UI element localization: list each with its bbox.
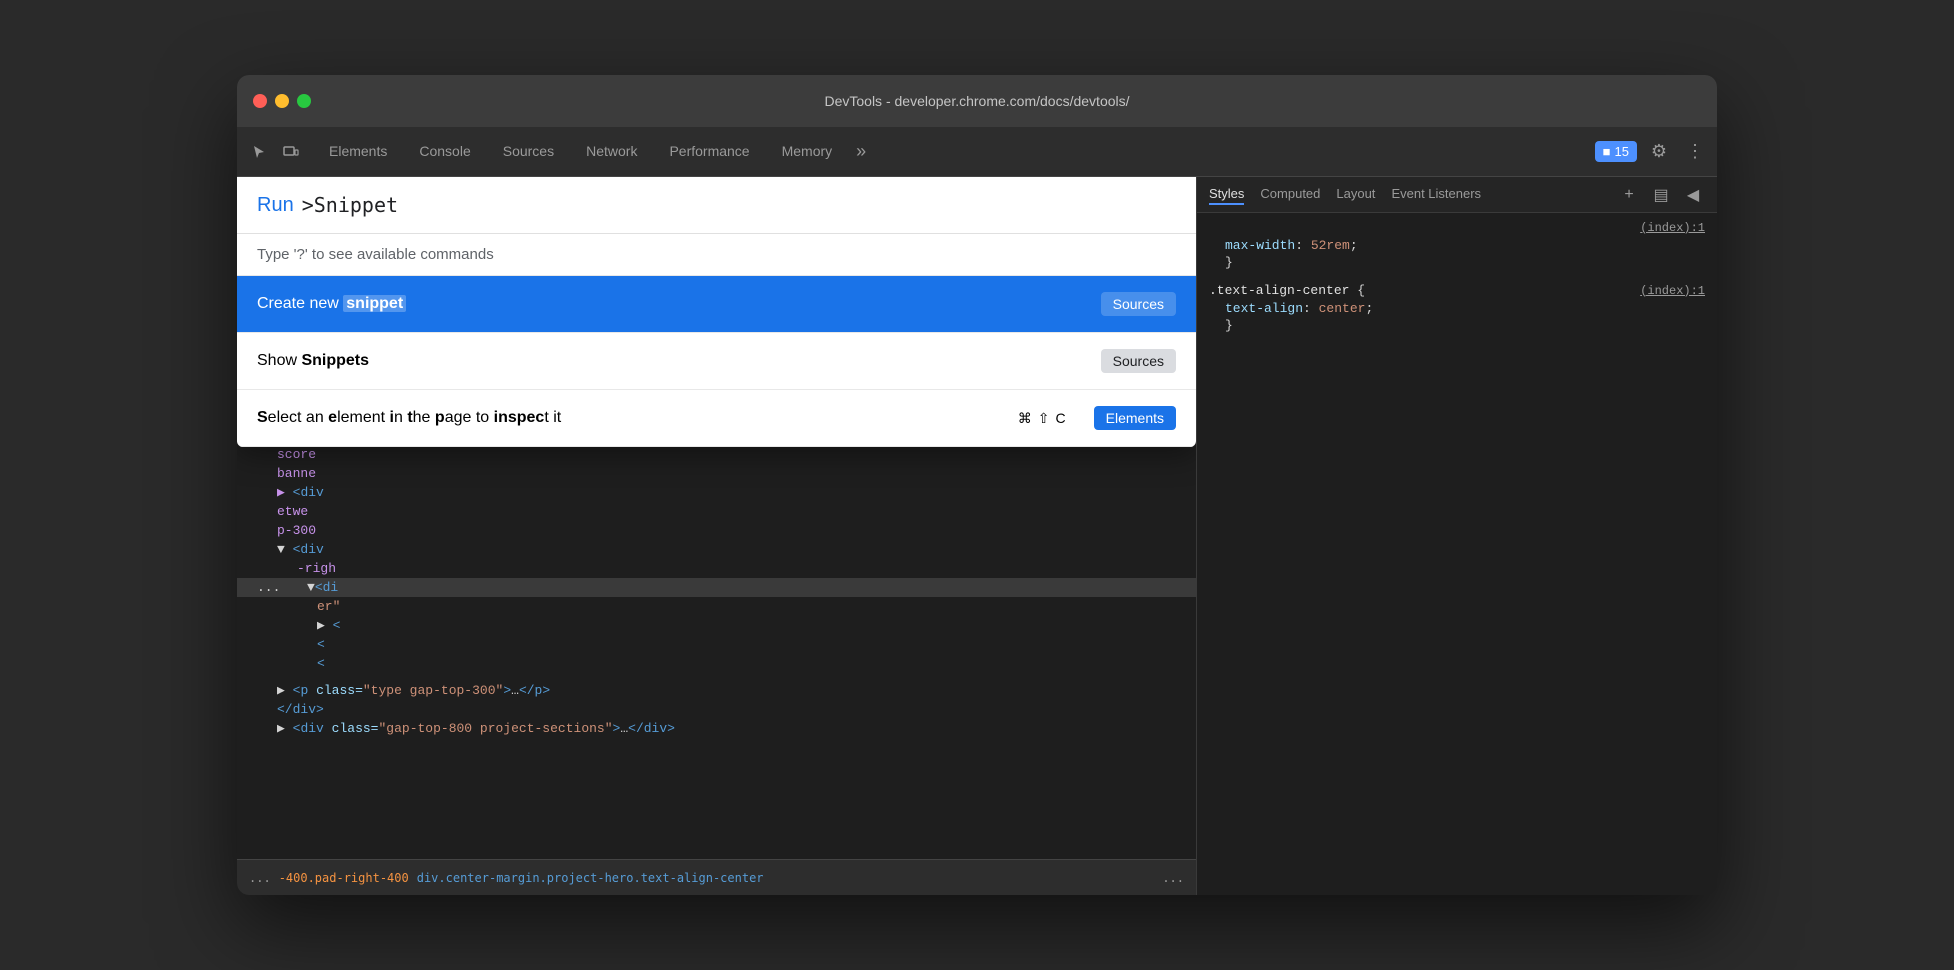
command-item-text-show: Show Snippets [257, 352, 369, 370]
notification-icon: ■ [1603, 144, 1611, 159]
command-search-input[interactable] [302, 193, 1176, 217]
statusbar: ... -400.pad-right-400 div.center-margin… [237, 859, 1196, 895]
tab-list: Elements Console Sources Network Perform… [313, 127, 1595, 176]
css-rule-1: (index):1 max-width: 52rem; } [1209, 221, 1705, 271]
tree-line: p-300 [237, 521, 1196, 540]
right-panel-header: Styles Computed Layout Event Listeners +… [1197, 177, 1717, 213]
right-tab-layout[interactable]: Layout [1336, 184, 1375, 205]
command-item-text-select: Select an element in the page to inspect… [257, 409, 561, 427]
statusbar-item1[interactable]: -400.pad-right-400 [279, 871, 409, 885]
tree-line: etwe [237, 502, 1196, 521]
tab-elements[interactable]: Elements [313, 127, 403, 176]
device-toggle-icon[interactable] [277, 138, 305, 166]
tree-line: ▶ < [237, 616, 1196, 635]
tree-line: er" [237, 597, 1196, 616]
devtools-panel: Elements Console Sources Network Perform… [237, 127, 1717, 895]
css-content: (index):1 max-width: 52rem; } .text-alig… [1197, 213, 1717, 895]
right-panel: Styles Computed Layout Event Listeners +… [1197, 177, 1717, 895]
right-panel-actions: + ▤ ◀ [1617, 183, 1705, 207]
left-panel: Run Type '?' to see available commands C… [237, 177, 1197, 895]
notification-count: 15 [1615, 144, 1629, 159]
notification-badge[interactable]: ■ 15 [1595, 141, 1637, 162]
command-badge-sources-2[interactable]: Sources [1101, 349, 1176, 373]
titlebar: DevTools - developer.chrome.com/docs/dev… [237, 75, 1717, 127]
tab-network[interactable]: Network [570, 127, 653, 176]
html-tree: score banne ▶ <div etwe p-300 ▼ <div -ri… [237, 437, 1196, 859]
devtools-window: DevTools - developer.chrome.com/docs/dev… [237, 75, 1717, 895]
s-bold: S [257, 409, 268, 426]
command-hint: Type '?' to see available commands [237, 234, 1196, 276]
css-line: } [1209, 317, 1705, 334]
tree-line: ▶ <div [237, 483, 1196, 502]
close-button[interactable] [253, 94, 267, 108]
element-bold: e [328, 409, 337, 426]
statusbar-dots-left: ... [249, 871, 271, 885]
command-badge-sources-1[interactable]: Sources [1101, 292, 1176, 316]
p-bold: p [435, 409, 445, 426]
command-item-select-element[interactable]: Select an element in the page to inspect… [237, 390, 1196, 447]
tabbar-right: ■ 15 ⚙ ⋮ [1595, 127, 1709, 176]
window-title: DevTools - developer.chrome.com/docs/dev… [824, 93, 1129, 109]
tab-console[interactable]: Console [403, 127, 486, 176]
tree-line: ▼ <div [237, 540, 1196, 559]
tree-line: </div> [237, 700, 1196, 719]
right-tab-styles[interactable]: Styles [1209, 184, 1244, 205]
traffic-lights [253, 94, 311, 108]
t-bold: t [407, 409, 412, 426]
tab-performance[interactable]: Performance [653, 127, 765, 176]
more-tabs-button[interactable]: » [848, 127, 874, 176]
statusbar-item2[interactable]: div.center-margin.project-hero.text-alig… [417, 871, 764, 885]
tree-line: ▶ <div class="gap-top-800 project-sectio… [237, 719, 1196, 738]
css-source-link-2[interactable]: (index):1 [1640, 284, 1705, 298]
command-badge-elements[interactable]: Elements [1094, 406, 1176, 430]
command-snippets-bold: Snippets [301, 352, 369, 369]
tabbar: Elements Console Sources Network Perform… [237, 127, 1717, 177]
css-line: text-align: center; [1209, 300, 1705, 317]
css-line: max-width: 52rem; [1209, 237, 1705, 254]
tab-sources[interactable]: Sources [487, 127, 570, 176]
tree-line: banne [237, 464, 1196, 483]
more-options-icon[interactable]: ⋮ [1681, 138, 1709, 166]
add-style-rule-icon[interactable]: + [1617, 183, 1641, 207]
right-panel-tabs: Styles Computed Layout Event Listeners [1209, 184, 1617, 205]
tree-line: < [237, 654, 1196, 673]
toggle-sidebar-icon[interactable]: ◀ [1681, 183, 1705, 207]
tree-line: < [237, 635, 1196, 654]
command-item-show-snippets[interactable]: Show Snippets Sources [237, 333, 1196, 390]
tree-line: ▶ <p class="type gap-top-300">…</p> [237, 681, 1196, 700]
command-item-text-create: Create new snippet [257, 295, 406, 313]
css-source-link-1[interactable]: (index):1 [1640, 221, 1705, 235]
command-item-right: ⌘ ⇧ C Elements [1018, 406, 1176, 430]
filter-styles-icon[interactable]: ▤ [1649, 183, 1673, 207]
command-palette: Run Type '?' to see available commands C… [237, 177, 1196, 447]
toolbar-tools [245, 127, 305, 176]
command-shortcut: ⌘ ⇧ C [1018, 410, 1066, 427]
css-rule-2: .text-align-center { (index):1 text-alig… [1209, 283, 1705, 334]
inspect-bold: inspec [494, 409, 545, 426]
right-tab-computed[interactable]: Computed [1260, 184, 1320, 205]
main-content: Run Type '?' to see available commands C… [237, 177, 1717, 895]
settings-icon[interactable]: ⚙ [1645, 138, 1673, 166]
right-tab-events[interactable]: Event Listeners [1391, 184, 1481, 205]
command-snippet-bold: snippet [343, 295, 406, 312]
command-item-create-snippet[interactable]: Create new snippet Sources [237, 276, 1196, 333]
tree-line-selected: ... ▼ <di [237, 578, 1196, 597]
minimize-button[interactable] [275, 94, 289, 108]
i-bold: i [390, 409, 394, 426]
css-line: } [1209, 254, 1705, 271]
cursor-icon[interactable] [245, 138, 273, 166]
tree-line: -righ [237, 559, 1196, 578]
command-input-row: Run [237, 177, 1196, 234]
tree-line: score [237, 445, 1196, 464]
tab-memory[interactable]: Memory [766, 127, 849, 176]
command-run-label: Run [257, 194, 294, 217]
statusbar-dots-right: ... [1162, 871, 1184, 885]
maximize-button[interactable] [297, 94, 311, 108]
